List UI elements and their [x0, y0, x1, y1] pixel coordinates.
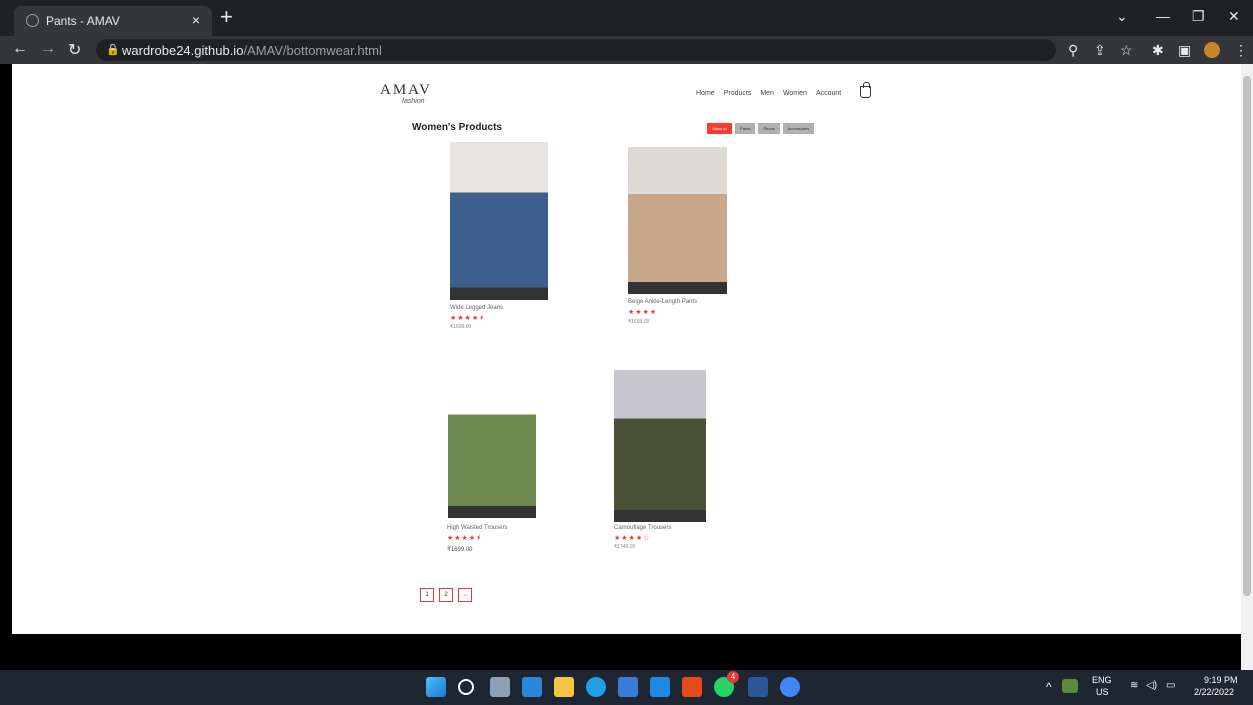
product-rating: ★★★★ — [628, 309, 658, 316]
share-icon[interactable]: ⇪ — [1094, 42, 1106, 59]
forward-icon[interactable]: → — [40, 40, 56, 58]
page-2-button[interactable]: 2 — [439, 588, 453, 602]
product-image[interactable] — [614, 370, 706, 522]
windows-start-icon[interactable] — [426, 677, 446, 697]
product-name[interactable]: Camouflage Trousers — [614, 525, 671, 531]
url-path: /AMAV/bottomwear.html — [243, 43, 382, 58]
web-page: AMAV fashion Home Products Men Women Acc… — [12, 64, 1241, 634]
browser-toolbar: ← → ↻ 🔒 wardrobe24.github.io/AMAV/bottom… — [0, 36, 1253, 64]
new-tab-button[interactable]: + — [220, 4, 233, 30]
language-indicator[interactable]: ENG — [1092, 675, 1112, 685]
product-image[interactable] — [628, 147, 727, 294]
tab-close-icon[interactable]: × — [192, 12, 200, 28]
language-region[interactable]: US — [1096, 687, 1109, 697]
next-page-button[interactable]: → — [458, 588, 472, 602]
nav-account[interactable]: Account — [816, 90, 841, 97]
store-icon[interactable] — [618, 677, 638, 697]
page-title: Women's Products — [412, 122, 502, 133]
tray-app-icon[interactable] — [1062, 679, 1078, 693]
close-window-icon[interactable]: ✕ — [1228, 8, 1240, 25]
nav-men[interactable]: Men — [760, 90, 774, 97]
bookmark-star-icon[interactable]: ☆ — [1120, 42, 1133, 59]
filter-show-all-button[interactable]: Show all — [707, 123, 733, 134]
product-name[interactable]: Beige Ankle-Length Pants — [628, 299, 697, 305]
site-nav: Home Products Men Women Account — [696, 90, 841, 97]
zoom-icon[interactable]: ⚲ — [1068, 42, 1078, 59]
url-host: wardrobe24.github.io — [122, 43, 244, 58]
chrome-icon[interactable] — [780, 677, 800, 697]
menu-kebab-icon[interactable]: ⋮ — [1234, 42, 1248, 59]
maximize-icon[interactable]: ❐ — [1192, 8, 1205, 25]
tab-title: Pants - AMAV — [46, 14, 120, 28]
search-icon[interactable] — [458, 679, 474, 695]
mail-icon[interactable] — [650, 677, 670, 697]
page-footer — [12, 634, 1241, 670]
windows-taskbar: 4 ^ ENG US ≋ ◁) ▭ 9:19 PM 2/22/2022 — [0, 670, 1253, 705]
product-price: ₹1699.00 — [447, 547, 473, 553]
filter-pants-button[interactable]: Pants — [735, 123, 756, 134]
lock-icon: 🔒 — [106, 44, 120, 56]
word-icon[interactable] — [748, 677, 768, 697]
edge-icon[interactable] — [586, 677, 606, 697]
widgets-icon[interactable] — [522, 677, 542, 697]
site-logo[interactable]: AMAV — [380, 82, 432, 99]
back-icon[interactable]: ← — [12, 40, 28, 58]
product-price: ₹1699.00 — [450, 324, 472, 330]
product-photo-1 — [450, 142, 548, 300]
product-photo-3 — [448, 366, 536, 518]
chevron-up-icon[interactable]: ^ — [1046, 680, 1052, 694]
address-bar[interactable]: 🔒 wardrobe24.github.io/AMAV/bottomwear.h… — [96, 39, 1056, 61]
battery-icon[interactable]: ▭ — [1166, 680, 1175, 691]
product-name[interactable]: High Waisted Trousers — [447, 525, 507, 531]
clock-time[interactable]: 9:19 PM — [1204, 675, 1238, 685]
extensions-icon[interactable]: ✱ — [1152, 42, 1164, 59]
globe-icon — [26, 14, 39, 27]
page-1-button[interactable]: 1 — [420, 588, 434, 602]
page-scrollbar[interactable] — [1241, 64, 1253, 670]
site-logo-tagline: fashion — [402, 98, 425, 105]
side-panel-icon[interactable]: ▣ — [1178, 42, 1191, 59]
shopping-bag-icon[interactable] — [860, 82, 871, 98]
volume-icon[interactable]: ◁) — [1146, 680, 1157, 691]
product-photo-4 — [614, 370, 706, 522]
product-price: ₹1749.00 — [614, 544, 636, 550]
product-photo-2 — [628, 147, 727, 294]
product-rating: ★★★★⯨ — [447, 535, 481, 542]
wifi-icon[interactable]: ≋ — [1130, 680, 1138, 691]
minimize-icon[interactable]: — — [1156, 8, 1170, 24]
reload-icon[interactable]: ↻ — [68, 40, 81, 60]
file-explorer-icon[interactable] — [554, 677, 574, 697]
nav-products[interactable]: Products — [724, 90, 752, 97]
product-image[interactable] — [450, 142, 548, 300]
product-name[interactable]: Wide Legged Jeans — [450, 305, 503, 311]
product-image[interactable] — [448, 366, 536, 518]
browser-tab-bar: Pants - AMAV × + ⌄ — ❐ ✕ — [0, 0, 1253, 36]
product-rating: ★★★★☆ — [614, 535, 651, 542]
filter-buttons: Show all Pants Shoes Accessories — [707, 123, 815, 134]
task-view-icon[interactable] — [490, 677, 510, 697]
nav-home[interactable]: Home — [696, 90, 715, 97]
notification-badge: 4 — [727, 671, 739, 683]
scrollbar-thumb[interactable] — [1243, 76, 1251, 596]
tab-search-icon[interactable]: ⌄ — [1116, 8, 1128, 25]
filter-accessories-button[interactable]: Accessories — [782, 123, 815, 134]
product-price: ₹1699.00 — [628, 319, 650, 325]
browser-tab[interactable]: Pants - AMAV × — [14, 6, 212, 36]
office-icon[interactable] — [682, 677, 702, 697]
profile-avatar[interactable] — [1204, 42, 1220, 58]
url-text: wardrobe24.github.io/AMAV/bottomwear.htm… — [122, 43, 382, 58]
filter-shoes-button[interactable]: Shoes — [758, 123, 780, 134]
pagination: 1 2 → — [420, 588, 472, 602]
whatsapp-icon[interactable]: 4 — [714, 671, 739, 697]
nav-women[interactable]: Women — [783, 90, 807, 97]
clock-date[interactable]: 2/22/2022 — [1194, 687, 1234, 697]
